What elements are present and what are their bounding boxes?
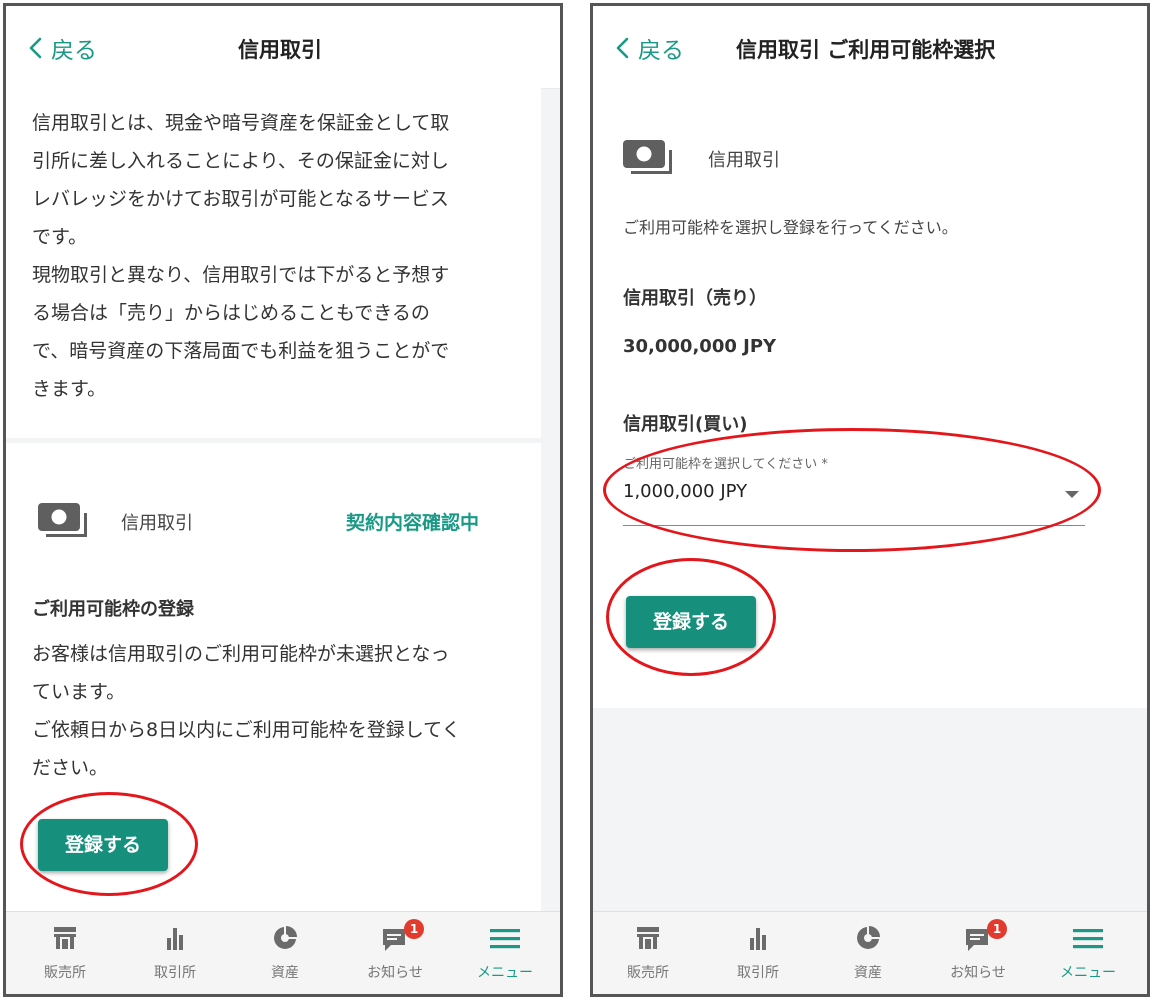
limit-select[interactable]: ご利用可能枠を選択してください * 1,000,000 JPY bbox=[623, 453, 1085, 526]
tab-shop[interactable]: 販売所 bbox=[593, 912, 703, 994]
tab-label: メニュー bbox=[477, 965, 533, 981]
tab-exchange[interactable]: 取引所 bbox=[120, 912, 230, 994]
right-screen: 戻る 信用取引 ご利用可能枠選択 信用取引 ご利用可能枠を選択し登録を行ってくだ… bbox=[590, 3, 1150, 997]
status-badge: 契約内容確認中 bbox=[346, 512, 480, 534]
bar-chart-icon bbox=[750, 928, 766, 950]
tab-label: 資産 bbox=[271, 965, 299, 981]
chevron-left-icon bbox=[29, 37, 42, 59]
dropdown-arrow-icon[interactable] bbox=[1065, 491, 1079, 498]
tab-label: 取引所 bbox=[154, 965, 196, 981]
instruction-text: ご利用可能枠を選択し登録を行ってください。 bbox=[623, 218, 958, 237]
buy-heading: 信用取引(買い) bbox=[623, 414, 748, 435]
notification-badge: 1 bbox=[987, 919, 1007, 939]
registration-heading: ご利用可能枠の登録 bbox=[32, 599, 194, 620]
intro-line: る場合は「売り」からはじめることもできるの bbox=[32, 302, 430, 324]
back-button[interactable]: 戻る bbox=[28, 31, 97, 65]
tab-label: 販売所 bbox=[44, 965, 86, 981]
wallet-icon bbox=[623, 140, 672, 174]
tab-label: 取引所 bbox=[737, 965, 779, 981]
left-screen: 戻る 信用取引 信用取引とは、現金や暗号資産を保証金として取 引所に差し入れるこ… bbox=[3, 3, 563, 997]
bottom-tab-bar: 販売所 取引所 資産 1 お知らせ メニュー bbox=[6, 911, 560, 994]
page-title: 信用取引 ご利用可能枠選択 bbox=[736, 38, 996, 62]
tab-label: メニュー bbox=[1060, 965, 1116, 981]
page-title: 信用取引 bbox=[238, 38, 322, 62]
tab-label: お知らせ bbox=[367, 965, 423, 981]
menu-icon bbox=[1073, 929, 1103, 949]
tab-label: お知らせ bbox=[950, 965, 1006, 981]
tab-notifications[interactable]: 1 お知らせ bbox=[340, 912, 450, 994]
back-label: 戻る bbox=[51, 38, 97, 64]
registration-line: ださい。 bbox=[32, 757, 109, 779]
tab-assets[interactable]: 資産 bbox=[813, 912, 923, 994]
bar-chart-icon bbox=[167, 928, 183, 950]
intro-text: 信用取引とは、現金や暗号資産を保証金として取 引所に差し入れることにより、その保… bbox=[32, 104, 449, 408]
pie-chart-icon bbox=[274, 926, 297, 949]
tab-label: 資産 bbox=[854, 965, 882, 981]
intro-line: きます。 bbox=[32, 378, 107, 400]
tab-notifications[interactable]: 1 お知らせ bbox=[923, 912, 1033, 994]
shop-icon bbox=[54, 927, 76, 949]
intro-line: レバレッジをかけてお取引が可能となるサービス bbox=[32, 188, 449, 210]
tab-assets[interactable]: 資産 bbox=[230, 912, 340, 994]
select-label: ご利用可能枠を選択してください * bbox=[623, 457, 828, 472]
registration-line: お客様は信用取引のご利用可能枠が未選択となっ bbox=[32, 643, 450, 665]
tab-menu[interactable]: メニュー bbox=[1033, 912, 1143, 994]
intro-card: 信用取引とは、現金や暗号資産を保証金として取 引所に差し入れることにより、その保… bbox=[6, 88, 541, 438]
registration-text: お客様は信用取引のご利用可能枠が未選択となっ ています。 ご依頼日から8日以内に… bbox=[32, 635, 461, 787]
pie-chart-icon bbox=[857, 926, 880, 949]
chevron-left-icon bbox=[616, 37, 629, 59]
intro-line: です。 bbox=[32, 226, 88, 248]
bottom-tab-bar: 販売所 取引所 資産 1 お知らせ メニュー bbox=[593, 911, 1147, 994]
back-label: 戻る bbox=[638, 38, 684, 64]
intro-line: 引所に差し入れることにより、その保証金に対し bbox=[32, 150, 449, 172]
back-button[interactable]: 戻る bbox=[615, 31, 684, 65]
register-button[interactable]: 登録する bbox=[626, 596, 756, 648]
tab-shop[interactable]: 販売所 bbox=[10, 912, 120, 994]
register-button[interactable]: 登録する bbox=[38, 819, 168, 871]
intro-line: 信用取引とは、現金や暗号資産を保証金として取 bbox=[32, 112, 450, 134]
wallet-icon bbox=[38, 503, 87, 537]
registration-line: ています。 bbox=[32, 681, 126, 703]
menu-icon bbox=[490, 929, 520, 949]
select-value: 1,000,000 JPY bbox=[623, 481, 748, 502]
intro-line: で、暗号資産の下落局面でも利益を狙うことがで bbox=[32, 340, 450, 362]
sell-heading: 信用取引（売り） bbox=[623, 288, 767, 309]
tab-exchange[interactable]: 取引所 bbox=[703, 912, 813, 994]
tab-label: 販売所 bbox=[627, 965, 669, 981]
shop-icon bbox=[637, 927, 659, 949]
service-label: 信用取引 bbox=[708, 150, 780, 171]
app-header: 戻る 信用取引 bbox=[6, 6, 560, 89]
sell-amount: 30,000,000 JPY bbox=[623, 336, 777, 357]
service-label: 信用取引 bbox=[121, 513, 193, 534]
registration-line: ご依頼日から8日以内にご利用可能枠を登録してく bbox=[32, 719, 461, 741]
intro-line: 現物取引と異なり、信用取引では下がると予想す bbox=[32, 264, 450, 286]
app-header: 戻る 信用取引 ご利用可能枠選択 bbox=[593, 6, 1147, 89]
notification-badge: 1 bbox=[404, 919, 424, 939]
tab-menu[interactable]: メニュー bbox=[450, 912, 560, 994]
